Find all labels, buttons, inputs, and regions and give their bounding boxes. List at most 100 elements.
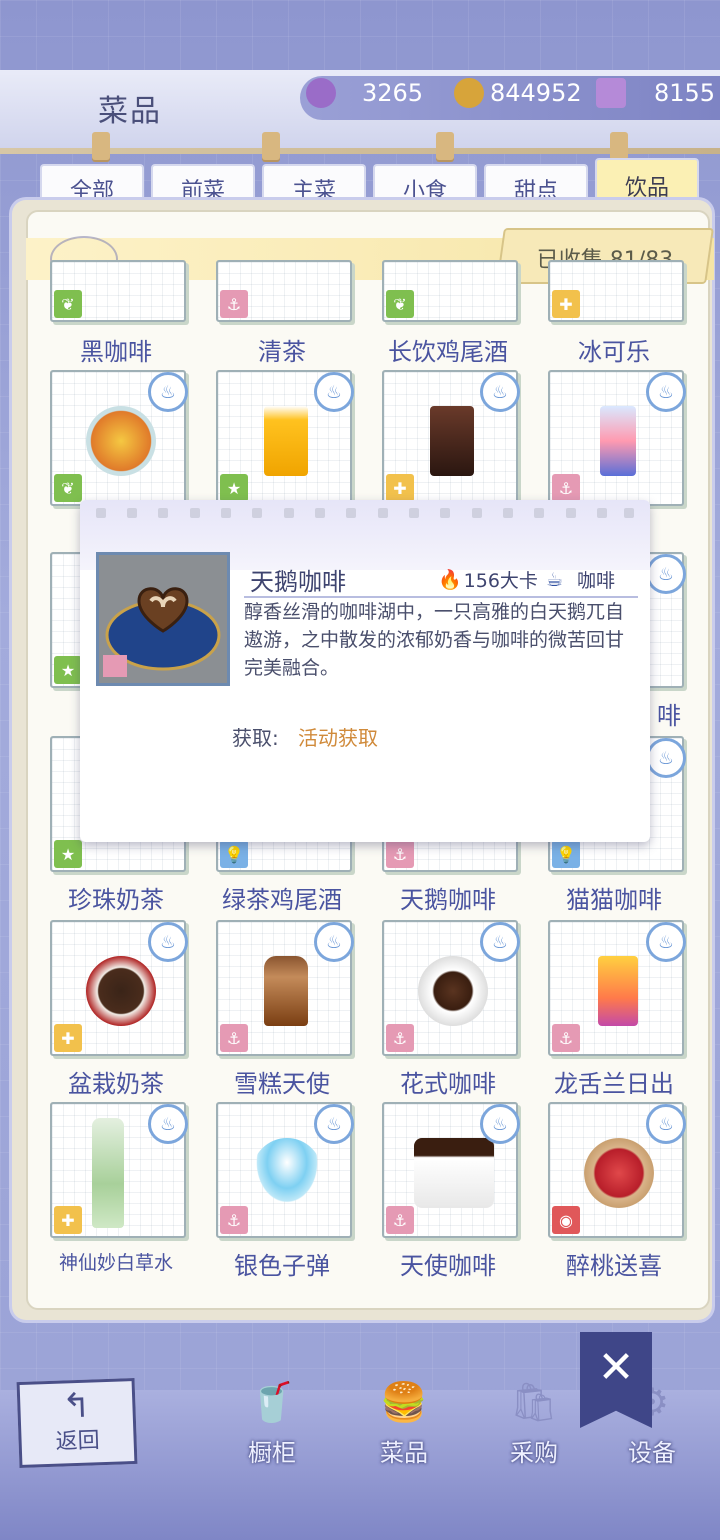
dish-card[interactable]: ♨ ⚓ <box>548 920 686 1056</box>
nav-label: 菜品 <box>380 1439 428 1467</box>
nav-label: 橱柜 <box>248 1439 296 1467</box>
popup-dish-title: 天鹅咖啡 <box>250 568 346 596</box>
puzzle-icon: ✚ <box>54 1024 82 1052</box>
cooking-pot-icon: ♨ <box>148 1104 188 1144</box>
binder-hole <box>566 508 576 518</box>
cooking-pot-icon: ♨ <box>646 1104 686 1144</box>
flame-icon: 🔥 <box>438 569 462 591</box>
orange-juice-image <box>264 406 308 476</box>
popup-category: ☕ 咖啡 <box>546 566 615 593</box>
currency-gems[interactable]: 3265 <box>306 78 423 108</box>
page-title: 菜品 <box>98 94 162 129</box>
tequila-sunrise-image <box>598 956 638 1026</box>
currency-value: 844952 <box>490 79 582 107</box>
back-label: 返回 <box>55 1428 101 1455</box>
bulb-icon: 💡 <box>552 840 580 868</box>
dish-card[interactable]: ♨ ★ <box>216 370 354 506</box>
cooking-pot-icon: ♨ <box>314 922 354 962</box>
dish-name: 天使咖啡 <box>400 1252 496 1280</box>
dish-card[interactable]: ⚓ <box>216 260 352 322</box>
currency-coins[interactable]: 844952 <box>454 78 582 108</box>
nav-label: 设备 <box>628 1439 676 1467</box>
close-icon: ✕ <box>597 1342 635 1393</box>
binder-hole <box>284 508 294 518</box>
calories-value: 156大卡 <box>463 570 538 592</box>
coffee-cup-icon: ☕ <box>546 568 564 591</box>
binder-hole <box>378 508 388 518</box>
dish-card[interactable]: ♨ ❦ <box>50 370 188 506</box>
dish-name: 醉桃送喜 <box>566 1252 662 1280</box>
peach-wine-image <box>584 1138 654 1208</box>
dish-card[interactable]: ♨ ⚓ <box>382 1102 520 1238</box>
dish-card[interactable]: ♨ ⚓ <box>548 370 686 506</box>
dish-name: 清茶 <box>258 338 306 366</box>
nav-label: 采购 <box>510 1439 558 1467</box>
binder-hole <box>409 508 419 518</box>
cooking-pot-icon: ♨ <box>646 372 686 412</box>
binder-hole <box>190 508 200 518</box>
dish-name: 珍珠奶茶 <box>68 886 164 914</box>
binder-hole <box>315 508 325 518</box>
popup-description: 醇香丝滑的咖啡湖中，一只高雅的白天鹅兀自遨游，之中散发的浓郁奶香与咖啡的微苦回甘… <box>244 601 625 679</box>
silver-bullet-cocktail-image <box>252 1138 322 1208</box>
bottle-image <box>92 1118 124 1228</box>
dish-name: 绿茶鸡尾酒 <box>222 886 342 914</box>
dish-card[interactable]: ♨ ✚ <box>50 920 188 1056</box>
gold-coin-icon <box>454 78 484 108</box>
binder-hole <box>158 508 168 518</box>
burger-icon: 🍔 <box>380 1379 428 1424</box>
star-icon: ★ <box>54 656 82 684</box>
binder-hole <box>346 508 356 518</box>
dish-card[interactable]: ♨ ⚓ <box>382 920 520 1056</box>
dish-card[interactable]: ♨ ⚓ <box>216 920 354 1056</box>
cooking-pot-icon: ♨ <box>148 372 188 412</box>
binder-hole <box>96 508 106 518</box>
back-button[interactable]: ↰ 返回 <box>16 1377 138 1469</box>
bulb-icon: 💡 <box>220 840 248 868</box>
dish-card[interactable]: ❦ <box>382 260 518 322</box>
binder-hole <box>534 508 544 518</box>
clip-icon <box>92 132 110 160</box>
binder-hole <box>127 508 137 518</box>
clip-icon <box>436 132 454 160</box>
dish-name: 盆栽奶茶 <box>68 1070 164 1098</box>
dish-card[interactable]: ♨ ◉ <box>548 1102 686 1238</box>
dish-card[interactable]: ❦ <box>50 260 186 322</box>
anchor-icon: ⚓ <box>220 1206 248 1234</box>
dish-name: 天鹅咖啡 <box>400 886 496 914</box>
dish-card[interactable]: ♨ ✚ <box>50 1102 188 1238</box>
binder-hole <box>252 508 262 518</box>
binder-hole <box>503 508 513 518</box>
cooking-pot-icon: ♨ <box>480 372 520 412</box>
cooking-pot-icon: ♨ <box>646 738 686 778</box>
anchor-icon: ⚓ <box>386 840 414 868</box>
binder-hole <box>597 508 607 518</box>
currency-crystals[interactable]: 8155 <box>596 78 715 108</box>
lantern-icon: ◉ <box>552 1206 580 1234</box>
fruit-tea-image <box>86 406 156 476</box>
star-icon: ★ <box>220 474 248 502</box>
ice-cream-float-image <box>264 956 308 1026</box>
anchor-icon: ⚓ <box>220 1024 248 1052</box>
dish-card[interactable]: ♨ ⚓ <box>216 1102 354 1238</box>
puzzle-icon: ✚ <box>552 290 580 318</box>
cooking-pot-icon: ♨ <box>480 1104 520 1144</box>
puzzle-icon: ✚ <box>386 474 414 502</box>
anchor-icon: ⚓ <box>220 290 248 318</box>
nav-purchase[interactable]: 🛍 采购 <box>474 1368 594 1468</box>
cooking-pot-icon: ♨ <box>646 922 686 962</box>
dish-name: 雪糕天使 <box>234 1070 330 1098</box>
anchor-icon: ⚓ <box>552 1024 580 1052</box>
nav-cabinet[interactable]: 🥤 橱柜 <box>212 1368 332 1468</box>
dish-card[interactable]: ♨ ✚ <box>382 370 520 506</box>
anchor-icon: ⚓ <box>386 1206 414 1234</box>
acquire-label: 获取: <box>232 726 279 750</box>
dish-name: 长饮鸡尾酒 <box>388 338 508 366</box>
dish-card[interactable]: ✚ <box>548 260 684 322</box>
dish-name: 猫猫咖啡 <box>566 886 662 914</box>
leaf-icon: ❦ <box>54 290 82 318</box>
layered-cocktail-image <box>600 406 636 476</box>
dish-name: 银色子弹 <box>234 1252 330 1280</box>
nav-dishes[interactable]: 🍔 菜品 <box>344 1368 464 1468</box>
anchor-icon: ⚓ <box>552 474 580 502</box>
